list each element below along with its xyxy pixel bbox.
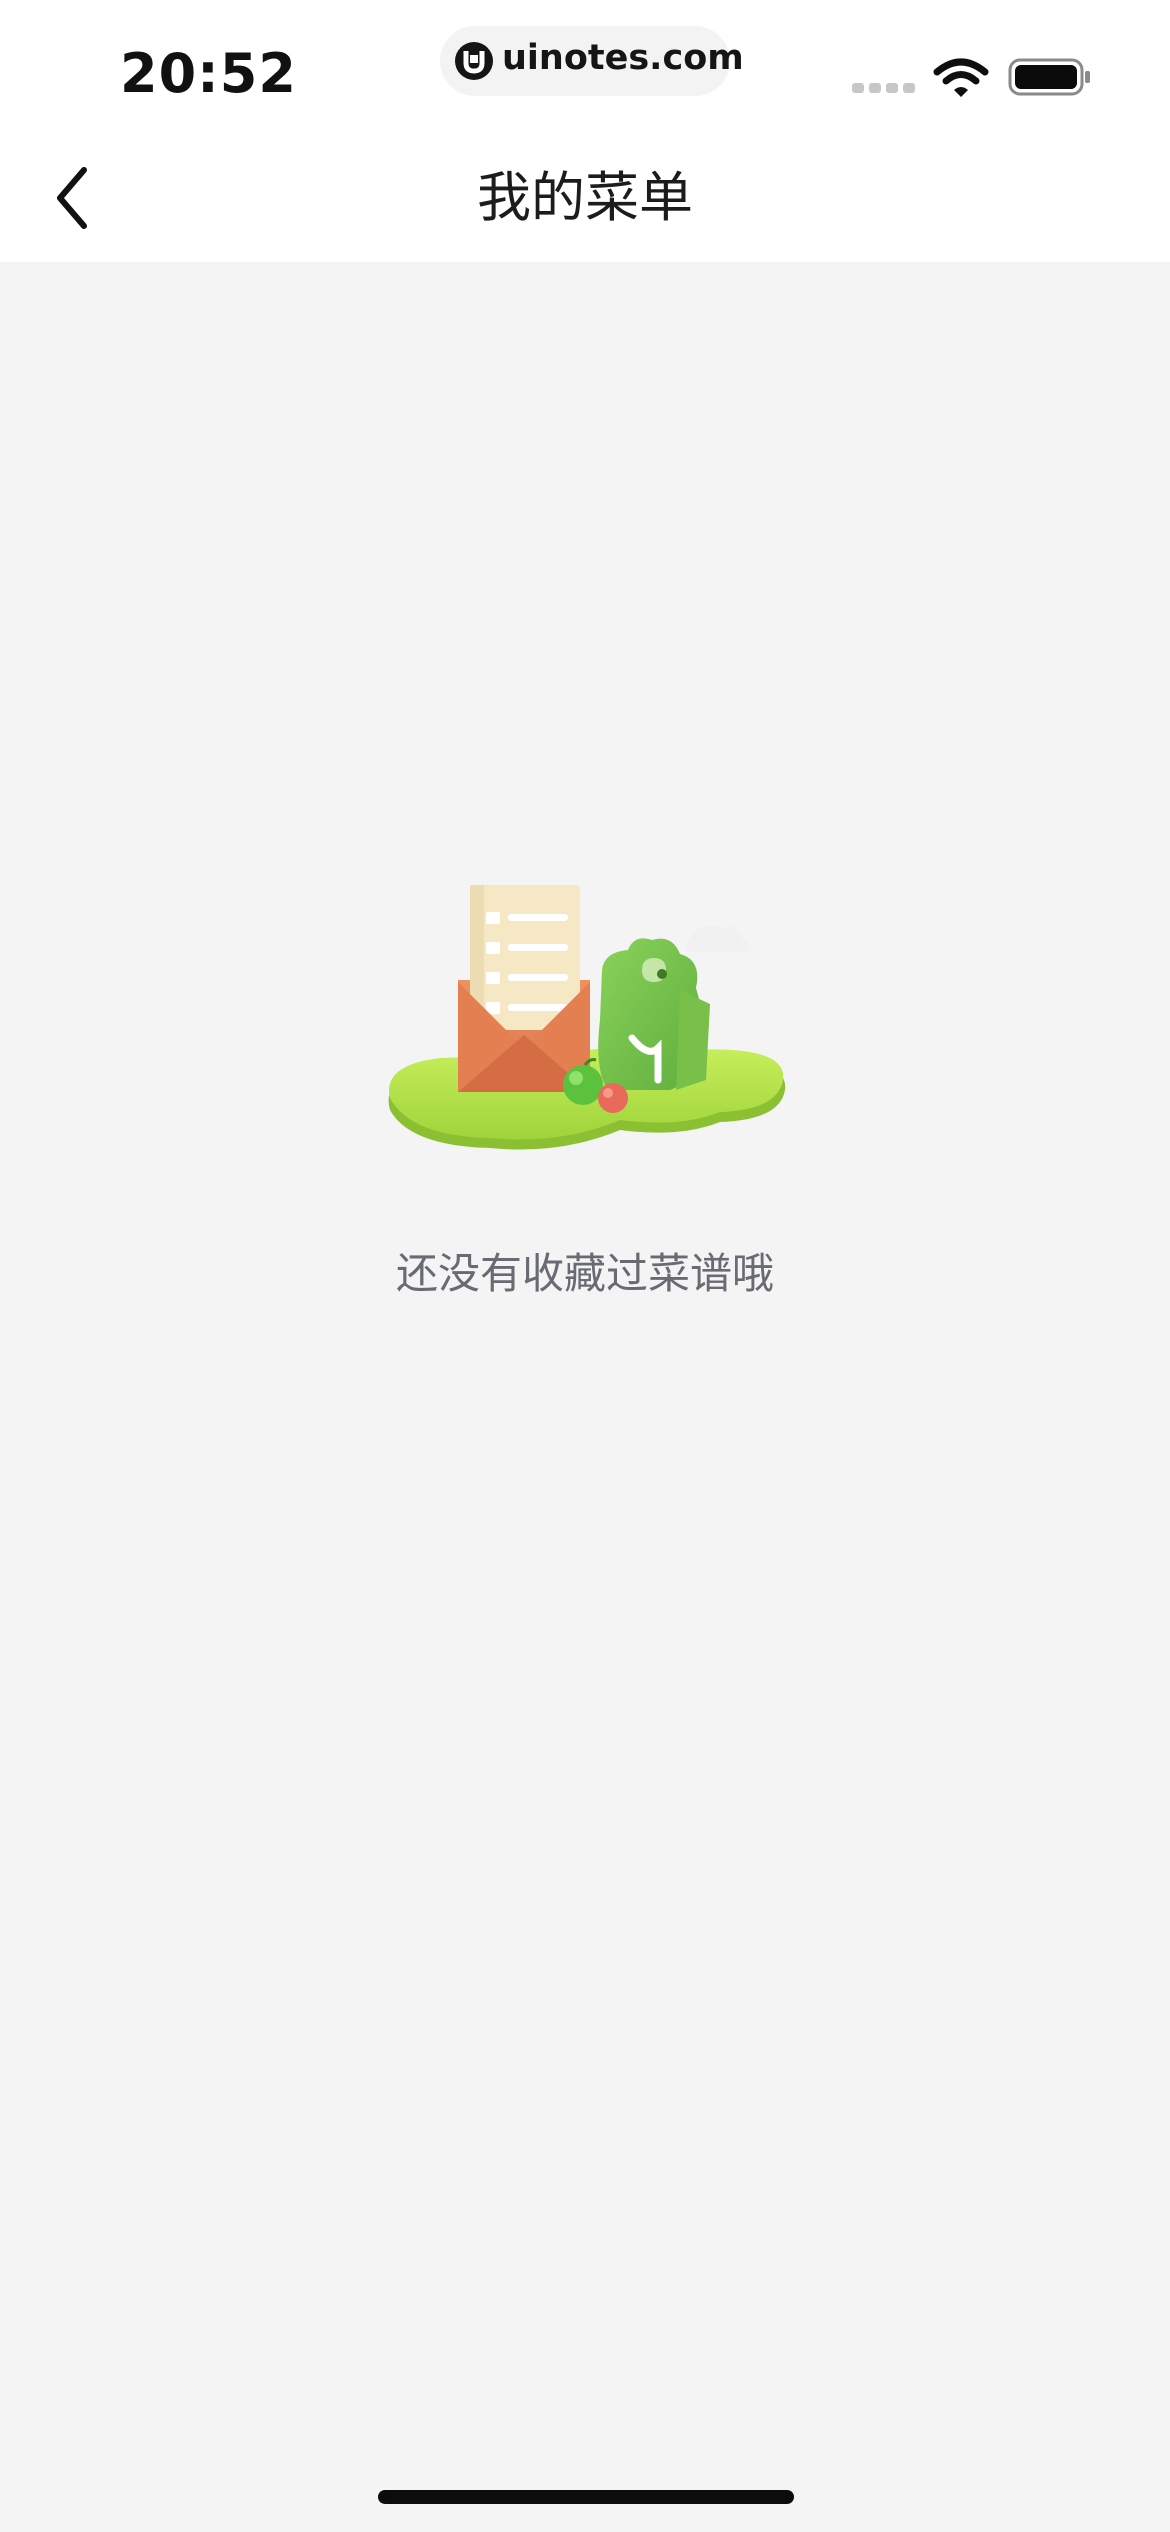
empty-state-message: 还没有收藏过菜谱哦	[395, 1249, 774, 1298]
uinotes-logo-icon	[455, 42, 493, 80]
url-pill[interactable]: uinotes.com	[440, 26, 744, 96]
status-time: 20:52	[120, 42, 297, 105]
top-header: 20:52 uinotes.com 我的菜单	[0, 0, 1170, 262]
empty-state-illustration	[388, 885, 786, 1150]
wifi-icon	[933, 58, 989, 97]
cellular-signal-icon	[852, 83, 915, 93]
page-title: 我的菜单	[477, 166, 693, 229]
url-text: uinotes.com	[502, 38, 744, 78]
battery-icon	[1008, 58, 1090, 96]
home-indicator[interactable]	[378, 2490, 794, 2504]
